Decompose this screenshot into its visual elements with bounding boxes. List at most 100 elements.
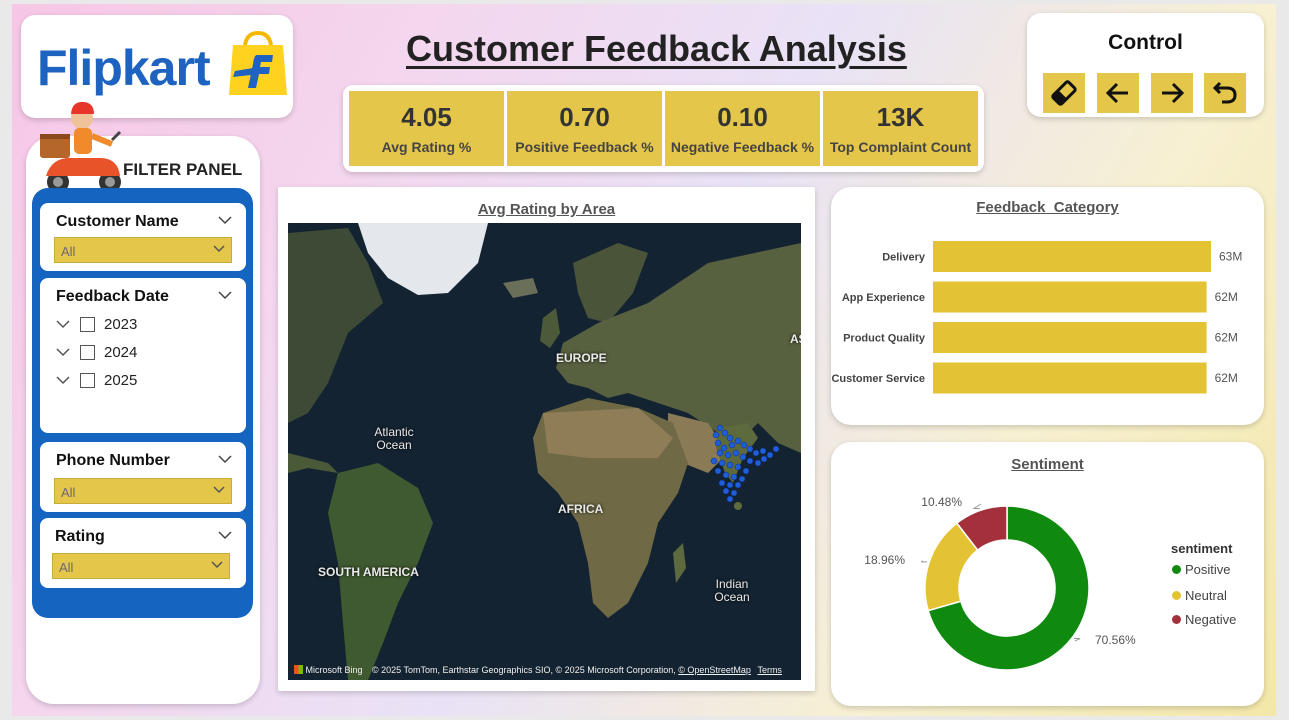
kpi-label: Positive Feedback %	[515, 139, 654, 155]
feedback-date-slicer: Feedback Date 2023 2024 2025	[40, 278, 246, 433]
undo-icon	[1212, 81, 1237, 104]
category-label: Delivery	[882, 252, 926, 264]
leader-line	[1074, 638, 1081, 642]
legend-label: Negative	[1185, 612, 1237, 627]
customer-name-slicer: Customer Name All	[40, 203, 246, 271]
chevron-down-icon	[211, 561, 223, 569]
slice-label: 18.96%	[864, 553, 905, 567]
category-label: Product Quality	[843, 333, 926, 345]
legend-label: Neutral	[1185, 588, 1227, 603]
data-label: 62M	[1215, 331, 1238, 345]
map-label-south-america: SOUTH AMERICA	[318, 565, 419, 579]
category-label: Customer Service	[831, 373, 925, 385]
clear-filters-button[interactable]	[1043, 73, 1085, 113]
control-title: Control	[1108, 31, 1183, 54]
map-attribution: © 2025 TomTom, Earthstar Geographics SIO…	[372, 665, 782, 675]
dropdown-value: All	[61, 485, 76, 500]
slicer-title: Phone Number	[56, 452, 170, 469]
brand-logo-text: Flipkart	[37, 40, 211, 96]
legend-item-neutral[interactable]: Neutral	[1172, 588, 1227, 603]
year-checkbox[interactable]	[80, 344, 95, 360]
flipkart-bag-icon	[229, 31, 287, 95]
legend-label: Positive	[1185, 562, 1231, 577]
kpi-top-complaint: 13K Top Complaint Count	[823, 91, 978, 166]
filter-panel-title: FILTER PANEL	[123, 160, 243, 179]
phone-number-dropdown[interactable]: All	[54, 478, 232, 504]
map-visual: Avg Rating by Area EUROPE Atlantic Ocean…	[278, 187, 815, 691]
legend-item-negative[interactable]: Negative	[1172, 612, 1236, 627]
bar[interactable]	[933, 322, 1207, 353]
reset-button[interactable]	[1204, 73, 1246, 113]
kpi-label: Negative Feedback %	[670, 139, 815, 155]
page-title: Customer Feedback Analysis	[406, 28, 907, 69]
kpi-label: Top Complaint Count	[829, 139, 972, 155]
rating-dropdown[interactable]: All	[52, 553, 230, 579]
map-canvas[interactable]: EUROPE Atlantic Ocean AFRICA SOUTH AMERI…	[288, 223, 801, 680]
slicer-title: Rating	[55, 528, 105, 545]
year-label: 2024	[104, 343, 138, 361]
kpi-negative-feedback: 0.10 Negative Feedback %	[665, 91, 820, 166]
year-row-2024[interactable]: 2024	[56, 342, 137, 362]
world-map	[288, 223, 801, 680]
year-checkbox[interactable]	[80, 372, 95, 388]
slicer-title: Feedback Date	[56, 288, 169, 305]
map-label-asia: AS	[790, 332, 801, 346]
chevron-down-icon[interactable]	[218, 530, 232, 540]
bing-brand: Microsoft Bing	[294, 665, 363, 675]
chevron-down-icon[interactable]	[218, 454, 232, 464]
year-checkbox[interactable]	[80, 316, 95, 332]
dropdown-value: All	[61, 244, 76, 259]
phone-number-slicer: Phone Number All	[40, 442, 246, 512]
legend-title: sentiment	[1171, 541, 1233, 556]
year-label: 2025	[104, 371, 138, 389]
category-label: App Experience	[842, 292, 925, 304]
arrow-left-icon	[1105, 82, 1128, 104]
slicer-title: Customer Name	[56, 213, 179, 230]
expand-chevron-icon[interactable]	[56, 319, 70, 329]
chevron-down-icon[interactable]	[218, 290, 232, 300]
bar[interactable]	[933, 362, 1207, 394]
kpi-value: 4.05	[401, 102, 452, 132]
eraser-icon	[1051, 80, 1077, 106]
bar[interactable]	[933, 241, 1211, 272]
legend-item-positive[interactable]: Positive	[1172, 562, 1231, 577]
back-button[interactable]	[1097, 73, 1139, 113]
chevron-down-icon[interactable]	[218, 215, 232, 225]
kpi-value: 0.70	[559, 102, 610, 132]
slice-label: 70.56%	[1095, 633, 1136, 647]
bar[interactable]	[933, 281, 1207, 313]
map-title: Avg Rating by Area	[477, 201, 616, 218]
expand-chevron-icon[interactable]	[56, 347, 70, 357]
bar-chart-plot: Delivery 63M App Experience 62M Product Qual…	[831, 241, 1242, 394]
expand-chevron-icon[interactable]	[56, 375, 70, 385]
kpi-label: Avg Rating %	[381, 139, 472, 155]
kpi-value: 13K	[876, 102, 925, 132]
map-label-atlantic: Atlantic Ocean	[374, 425, 414, 452]
map-credit-text: © 2025 TomTom, Earthstar Geographics SIO…	[372, 665, 676, 675]
year-row-2023[interactable]: 2023	[56, 314, 137, 334]
legend-swatch	[1172, 591, 1181, 600]
legend-swatch	[1172, 565, 1181, 574]
delivery-scooter-icon	[40, 101, 122, 193]
map-label-africa: AFRICA	[558, 502, 604, 516]
forward-button[interactable]	[1151, 73, 1193, 113]
dashboard-canvas: Flipkart Customer Feedback Analysis 4.05…	[12, 4, 1276, 716]
rating-slicer: Rating All	[40, 518, 246, 588]
kpi-positive-feedback: 0.70 Positive Feedback %	[507, 91, 662, 166]
data-label: 62M	[1215, 290, 1238, 304]
slice-label: 10.48%	[921, 495, 962, 509]
control-card: Control	[1027, 13, 1264, 117]
map-label-europe: EUROPE	[556, 351, 607, 365]
osm-link[interactable]: © OpenStreetMap	[678, 665, 751, 675]
customer-name-dropdown[interactable]: All	[54, 237, 232, 263]
feedback-category-chart: Feedback_Category Delivery 63M App Experie…	[831, 187, 1264, 425]
year-row-2025[interactable]: 2025	[56, 370, 137, 390]
year-label: 2023	[104, 315, 138, 333]
kpi-avg-rating: 4.05 Avg Rating %	[349, 91, 504, 166]
kpi-strip: 4.05 Avg Rating % 0.70 Positive Feedback…	[343, 85, 984, 172]
terms-link[interactable]: Terms	[757, 665, 782, 675]
map-brand-text: Microsoft Bing	[305, 665, 363, 675]
leader-line	[920, 560, 928, 563]
chevron-down-icon	[213, 245, 225, 253]
sentiment-chart: Sentiment 70.56% 18.96% 10.48% sentiment P…	[831, 442, 1264, 706]
